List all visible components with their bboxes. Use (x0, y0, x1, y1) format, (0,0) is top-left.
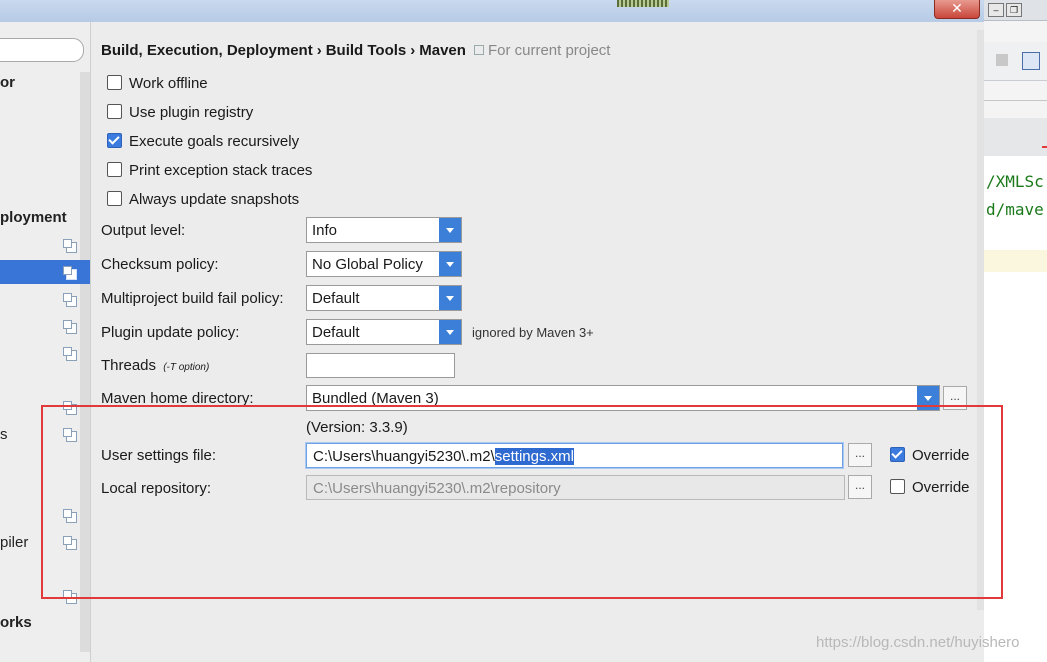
multiproject-fail-policy-select[interactable]: Default (306, 285, 462, 311)
tree-item[interactable]: s (0, 426, 8, 443)
code-line: /XMLSc (986, 172, 1044, 191)
select-value: No Global Policy (312, 256, 423, 273)
annotation-highlight-box (41, 405, 1003, 599)
breadcrumb-item: Build Tools (325, 42, 407, 59)
checkbox-box-checked[interactable] (107, 133, 122, 148)
current-line-highlight (984, 250, 1047, 272)
output-level-select[interactable]: Info (306, 217, 462, 243)
use-plugin-registry-checkbox[interactable]: Use plugin registry (107, 104, 253, 121)
breadcrumb-item: Build, Execution, Deployment (101, 42, 313, 59)
resize-grip (617, 0, 669, 7)
plugin-update-policy-select[interactable]: Default (306, 319, 462, 345)
project-scope-icon (63, 239, 77, 253)
checksum-policy-select[interactable]: No Global Policy (306, 251, 462, 277)
tree-item[interactable]: orks (0, 614, 32, 631)
output-level-label: Output level: (101, 222, 186, 239)
plugin-update-policy-label: Plugin update policy: (101, 324, 240, 341)
divider (984, 100, 1047, 101)
stop-icon[interactable] (996, 54, 1008, 66)
tab-indicator (1042, 146, 1047, 148)
watermark: https://blog.csdn.net/huyishero (816, 634, 1020, 651)
project-scope-icon (63, 320, 77, 334)
project-scope-icon (63, 293, 77, 307)
select-value: Default (312, 290, 360, 307)
execute-goals-recursively-checkbox[interactable]: Execute goals recursively (107, 133, 299, 150)
project-scope-icon (473, 45, 484, 55)
checkbox-box[interactable] (107, 104, 122, 119)
checkbox-box[interactable] (107, 75, 122, 90)
checkbox-box[interactable] (107, 162, 122, 177)
always-update-snapshots-checkbox[interactable]: Always update snapshots (107, 191, 299, 208)
scope-label: For current project (487, 42, 611, 59)
checkbox-label: Print exception stack traces (129, 162, 313, 179)
checkbox-label: Always update snapshots (129, 191, 300, 208)
tree-item[interactable]: ployment (0, 209, 67, 226)
background-ide-toolbar (984, 42, 1047, 81)
project-scope-icon (63, 266, 77, 280)
select-value: Default (312, 324, 360, 341)
print-exception-stack-traces-checkbox[interactable]: Print exception stack traces (107, 162, 312, 179)
tree-item[interactable]: piler (0, 534, 28, 551)
editor-tabs (984, 118, 1047, 157)
dialog-title-bar (0, 0, 984, 22)
checkbox-label: Execute goals recursively (129, 133, 300, 150)
work-offline-checkbox[interactable]: Work offline (107, 75, 208, 92)
breadcrumb-separator: › (410, 42, 416, 59)
structure-icon[interactable] (1022, 52, 1040, 70)
close-button[interactable]: ✕ (934, 0, 980, 19)
chevron-down-icon[interactable] (439, 320, 461, 344)
threads-input[interactable] (306, 353, 455, 378)
breadcrumb-item: Maven (419, 42, 466, 59)
checksum-policy-label: Checksum policy: (101, 256, 219, 273)
tree-item[interactable]: or (0, 74, 15, 91)
threads-hint: (-T option) (163, 362, 210, 373)
threads-label-text: Threads (101, 357, 157, 374)
chevron-down-icon[interactable] (439, 218, 461, 242)
breadcrumb: Build, Execution, Deployment › Build Tools… (101, 42, 610, 59)
restore-icon[interactable]: ❐ (1006, 3, 1022, 17)
project-scope-icon (63, 347, 77, 361)
chevron-down-icon[interactable] (439, 286, 461, 310)
threads-label: Threads (-T option) (101, 357, 209, 374)
select-value: Info (312, 222, 338, 239)
plugin-update-note: ignored by Maven 3+ (472, 325, 594, 340)
checkbox-label: Work offline (129, 75, 208, 92)
multiproject-fail-policy-label: Multiproject build fail policy: (101, 290, 284, 307)
checkbox-label: Use plugin registry (129, 104, 254, 121)
minimize-icon[interactable]: – (988, 3, 1004, 17)
checkbox-box[interactable] (107, 191, 122, 206)
code-line: d/mave (986, 200, 1044, 219)
breadcrumb-separator: › (316, 42, 322, 59)
settings-search-input[interactable] (0, 38, 84, 62)
background-ide-titlebar: – ❐ (984, 0, 1047, 21)
chevron-down-icon[interactable] (439, 252, 461, 276)
